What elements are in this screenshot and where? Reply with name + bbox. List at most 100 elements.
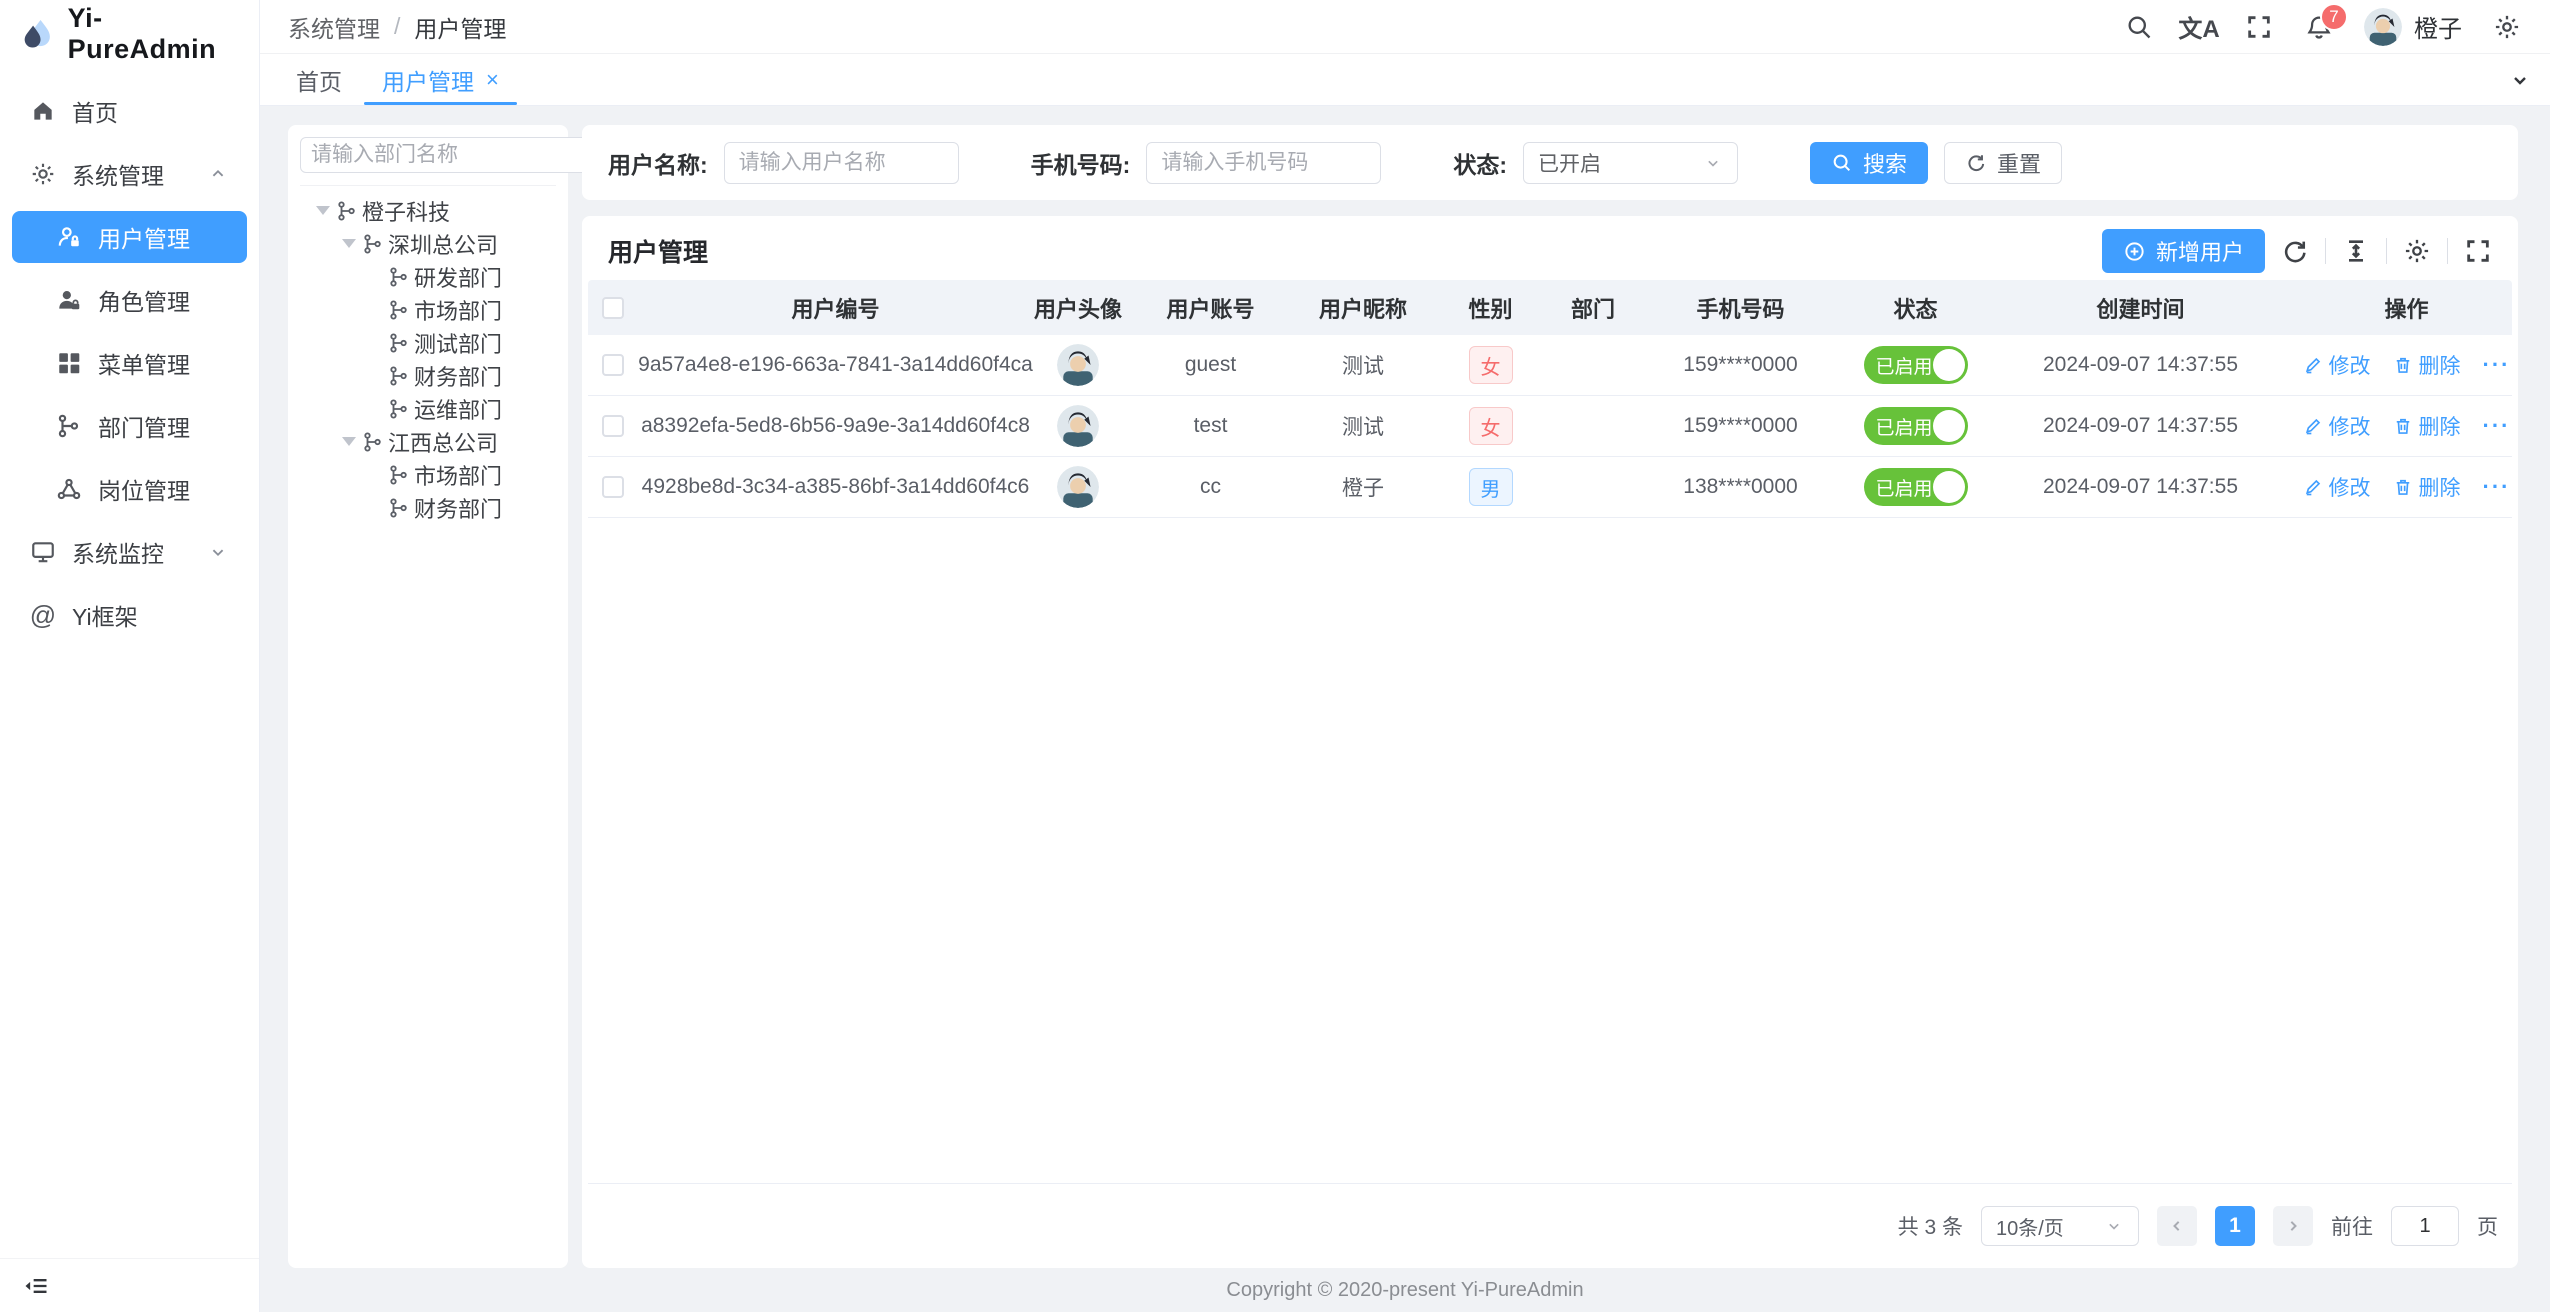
filter-bar: 用户名称: 手机号码: 状态: 已开启 搜索 (582, 125, 2518, 200)
delete-button[interactable]: 删除 (2393, 350, 2461, 380)
goto-label: 前往 (2331, 1211, 2373, 1241)
user-menu[interactable]: 橙子 (2364, 8, 2462, 46)
notification-bell-icon[interactable]: 7 (2304, 12, 2334, 42)
sidebar-group-monitor[interactable]: 系统监控 (12, 526, 247, 578)
phone-input[interactable] (1146, 142, 1381, 184)
notification-badge: 7 (2320, 3, 2348, 31)
sidebar-group-label: 系统监控 (72, 535, 164, 569)
tree-node[interactable]: 深圳总公司 (300, 227, 556, 260)
prev-page-button[interactable] (2157, 1206, 2197, 1246)
user-nickname: 测试 (1298, 350, 1428, 380)
table-card-header: 用户管理 新增用户 (588, 216, 2512, 280)
table-toolbar: 新增用户 (2102, 229, 2492, 273)
status-select[interactable]: 已开启 (1523, 142, 1738, 184)
tree-node[interactable]: 财务部门 (300, 359, 556, 392)
toggle-knob (1933, 471, 1965, 503)
app-title: Yi-PureAdmin (68, 3, 239, 65)
search-icon[interactable] (2124, 12, 2154, 42)
sidebar-item-label: Yi框架 (72, 598, 138, 632)
tree-node[interactable]: 市场部门 (300, 293, 556, 326)
tree-node[interactable]: 江西总公司 (300, 425, 556, 458)
reset-button[interactable]: 重置 (1944, 142, 2062, 184)
page-size-select[interactable]: 10条/页 (1981, 1206, 2139, 1246)
more-actions-icon[interactable]: ··· (2483, 474, 2511, 500)
settings-gear-icon[interactable] (2492, 12, 2522, 42)
user-phone: 159****0000 (1633, 353, 1848, 377)
trash-icon (2393, 355, 2413, 375)
delete-label: 删除 (2419, 472, 2461, 502)
search-button[interactable]: 搜索 (1810, 142, 1928, 184)
refresh-icon[interactable] (2281, 237, 2309, 265)
tab-home[interactable]: 首页 (276, 54, 362, 105)
tab-user-management[interactable]: 用户管理 × (362, 54, 519, 105)
page-size-value: 10条/页 (1996, 1212, 2064, 1241)
fullscreen-icon[interactable] (2464, 237, 2492, 265)
select-all-checkbox[interactable] (602, 297, 624, 319)
more-actions-icon[interactable]: ··· (2483, 413, 2511, 439)
status-toggle-label: 已启用 (1864, 474, 1933, 501)
toggle-knob (1933, 349, 1965, 381)
dept-search-input[interactable] (311, 143, 582, 167)
edit-button[interactable]: 修改 (2303, 472, 2371, 502)
caret-down-icon[interactable] (310, 206, 336, 215)
user-table: 用户编号 用户头像 用户账号 用户昵称 性别 部门 手机号码 状态 创建时间 操… (588, 280, 2512, 518)
caret-down-icon[interactable] (336, 437, 362, 446)
tree-node[interactable]: 市场部门 (300, 458, 556, 491)
row-checkbox[interactable] (602, 476, 624, 498)
sidebar-item-posts[interactable]: 岗位管理 (12, 463, 247, 515)
delete-button[interactable]: 删除 (2393, 411, 2461, 441)
caret-down-icon[interactable] (336, 239, 362, 248)
tree-node[interactable]: 橙子科技 (300, 194, 556, 227)
trash-icon (2393, 416, 2413, 436)
status-toggle[interactable]: 已启用 (1864, 346, 1968, 384)
table-title: 用户管理 (608, 233, 708, 269)
chevron-down-icon (2104, 1216, 2124, 1236)
tree-node[interactable]: 财务部门 (300, 491, 556, 524)
breadcrumb-parent[interactable]: 系统管理 (288, 10, 380, 44)
username-label: 用户名称: (608, 146, 708, 180)
goto-page-input[interactable] (2391, 1206, 2459, 1246)
sidebar-item-roles[interactable]: 角色管理 (12, 274, 247, 326)
sidebar-item-menus[interactable]: 菜单管理 (12, 337, 247, 389)
menu-fold-icon[interactable] (22, 1272, 50, 1300)
tree-node[interactable]: 研发部门 (300, 260, 556, 293)
username-input[interactable] (724, 142, 959, 184)
sidebar-item-framework[interactable]: @ Yi框架 (12, 589, 247, 641)
row-checkbox[interactable] (602, 354, 624, 376)
next-page-button[interactable] (2273, 1206, 2313, 1246)
dept-tree-icon (336, 200, 358, 222)
sidebar-item-home[interactable]: 首页 (12, 85, 247, 137)
status-toggle[interactable]: 已启用 (1864, 407, 1968, 445)
column-header: 状态 (1848, 292, 1983, 324)
sidebar-group-system[interactable]: 系统管理 (12, 148, 247, 200)
translate-icon[interactable]: 文A (2184, 12, 2214, 42)
status-toggle[interactable]: 已启用 (1864, 468, 1968, 506)
page-number-button[interactable]: 1 (2215, 1206, 2255, 1246)
search-icon (1831, 152, 1853, 174)
dept-search-field[interactable] (300, 137, 621, 173)
row-density-icon[interactable] (2342, 237, 2370, 265)
close-icon[interactable]: × (486, 69, 499, 91)
sidebar-item-users[interactable]: 用户管理 (12, 211, 247, 263)
gender-tag: 男 (1469, 468, 1513, 506)
dept-tree-icon (388, 332, 410, 354)
tree-node-label: 市场部门 (414, 294, 502, 326)
delete-button[interactable]: 删除 (2393, 472, 2461, 502)
department-tree: 橙子科技 深圳总公司 研发部门 市场部门 (300, 186, 556, 524)
edit-button[interactable]: 修改 (2303, 350, 2371, 380)
fullscreen-icon[interactable] (2244, 12, 2274, 42)
tab-options-dropdown[interactable] (2490, 54, 2550, 105)
tree-node[interactable]: 运维部门 (300, 392, 556, 425)
edit-button[interactable]: 修改 (2303, 411, 2371, 441)
top-header: 系统管理 / 用户管理 文A 7 (260, 0, 2550, 54)
add-user-button[interactable]: 新增用户 (2102, 229, 2265, 273)
logo[interactable]: Yi-PureAdmin (0, 6, 259, 62)
status-toggle-label: 已启用 (1864, 352, 1933, 379)
tree-node[interactable]: 测试部门 (300, 326, 556, 359)
edit-label: 修改 (2329, 350, 2371, 380)
sidebar-item-departments[interactable]: 部门管理 (12, 400, 247, 452)
column-settings-gear-icon[interactable] (2403, 237, 2431, 265)
row-checkbox[interactable] (602, 415, 624, 437)
more-actions-icon[interactable]: ··· (2483, 352, 2511, 378)
tree-node-label: 橙子科技 (362, 195, 450, 227)
